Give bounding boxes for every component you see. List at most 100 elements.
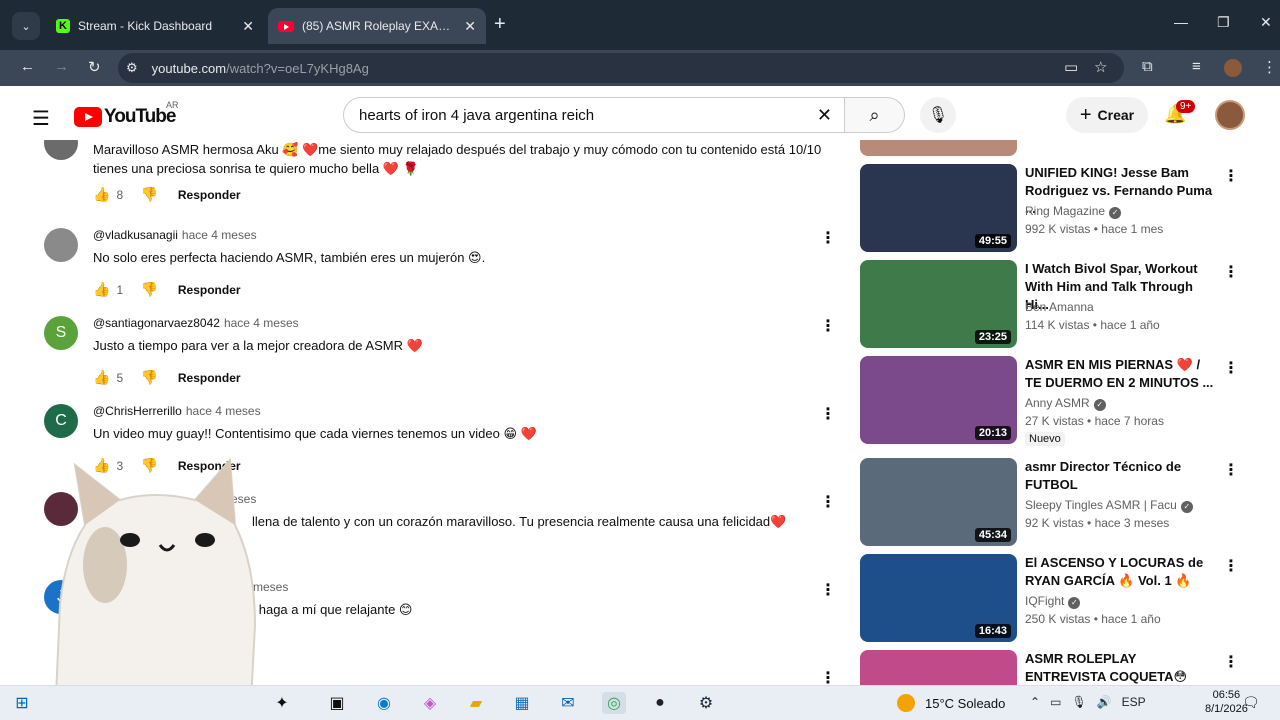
channel-name[interactable]: Ben Amanna <box>1025 300 1094 314</box>
tab-search-button[interactable]: ⌄ <box>12 12 40 40</box>
video-menu-icon[interactable]: ⋮ <box>1223 358 1239 378</box>
tab-kick-dashboard[interactable]: K Stream - Kick Dashboard ✕ <box>46 8 264 44</box>
store-icon[interactable]: ▦ <box>510 692 534 714</box>
recommended-video[interactable]: 20:13 ASMR EN MIS PIERNAS ❤️ / TE DUERMO… <box>860 356 1240 446</box>
video-title[interactable]: ASMR ROLEPLAY ENTREVISTA COQUETA😳 <box>1025 650 1220 685</box>
reply-button[interactable]: Responder <box>178 371 241 385</box>
reload-icon[interactable]: ↻ <box>88 58 101 76</box>
obs-icon[interactable]: ● <box>648 692 672 714</box>
steam-icon[interactable]: ⚙ <box>694 692 718 714</box>
outlook-icon[interactable]: ✉ <box>556 692 580 714</box>
recommended-video[interactable]: ASMR ROLEPLAY ENTREVISTA COQUETA😳 ⋮ <box>860 650 1240 685</box>
commenter-avatar[interactable] <box>44 228 78 262</box>
speaker-icon[interactable]: 🔊 <box>1097 695 1112 709</box>
recommended-video[interactable]: 49:55 UNIFIED KING! Jesse Bam Rodriguez … <box>860 164 1240 254</box>
edge-icon[interactable]: ◉ <box>372 692 396 714</box>
recommended-video[interactable]: 16:43 El ASCENSO Y LOCURAS de RYAN GARCÍ… <box>860 554 1240 644</box>
video-thumbnail[interactable] <box>860 650 1017 685</box>
commenter-avatar[interactable] <box>44 140 78 160</box>
video-thumbnail[interactable]: 49:55 <box>860 164 1017 252</box>
video-thumbnail[interactable]: 20:13 <box>860 356 1017 444</box>
comment-menu-icon[interactable]: ⋮ <box>820 668 836 685</box>
microphone-tray-icon[interactable]: 🎙 <box>1071 695 1086 709</box>
video-menu-icon[interactable]: ⋮ <box>1223 460 1239 480</box>
comment-menu-icon[interactable]: ⋮ <box>820 404 836 424</box>
like-icon[interactable]: 👍 <box>93 186 110 203</box>
user-avatar[interactable] <box>1215 100 1245 130</box>
comment-author[interactable]: @santiagonarvaez8042 hace 4 meses <box>93 316 299 330</box>
close-window-button[interactable]: ✕ <box>1260 14 1272 31</box>
like-icon[interactable]: 👍 <box>93 281 110 298</box>
minimize-button[interactable]: — <box>1174 14 1188 30</box>
bookmark-star-icon[interactable]: ☆ <box>1094 58 1107 76</box>
site-info-icon[interactable]: ⚙ <box>126 60 138 76</box>
youtube-logo[interactable]: YouTube <box>74 106 176 128</box>
video-menu-icon[interactable]: ⋮ <box>1223 262 1239 282</box>
tab-close-icon[interactable]: ✕ <box>464 18 476 35</box>
channel-name[interactable]: Anny ASMR ✓ <box>1025 396 1106 411</box>
dislike-icon[interactable]: 👎 <box>140 281 157 298</box>
office-icon[interactable]: ◈ <box>418 692 442 714</box>
channel-name[interactable]: Ring Magazine ✓ <box>1025 204 1122 219</box>
commenter-avatar[interactable]: C <box>44 404 78 438</box>
verified-icon: ✓ <box>1180 501 1193 513</box>
tab-title: Stream - Kick Dashboard <box>78 19 213 33</box>
comment-menu-icon[interactable]: ⋮ <box>820 580 836 600</box>
search-button[interactable]: ⌕ <box>845 97 905 133</box>
create-button[interactable]: + Crear <box>1066 97 1148 133</box>
clear-search-icon[interactable]: ✕ <box>817 105 832 126</box>
video-menu-icon[interactable]: ⋮ <box>1223 652 1239 672</box>
country-code: AR <box>166 100 179 110</box>
recommended-video[interactable]: 23:25 I Watch Bivol Spar, Workout With H… <box>860 260 1240 350</box>
copilot-icon[interactable]: ✦ <box>270 692 294 714</box>
restore-button[interactable]: ❐ <box>1217 14 1230 31</box>
windows-start-icon[interactable]: ⊞ <box>10 692 34 714</box>
browser-menu-icon[interactable]: ⋮ <box>1262 58 1277 76</box>
comment-menu-icon[interactable]: ⋮ <box>820 492 836 512</box>
task-view-icon[interactable]: ▣ <box>325 692 349 714</box>
tab-youtube-video[interactable]: (85) ASMR Roleplay EXAMEN D ✕ <box>268 8 486 44</box>
video-title[interactable]: asmr Director Técnico de FUTBOL <box>1025 458 1220 494</box>
video-menu-icon[interactable]: ⋮ <box>1223 556 1239 576</box>
commenter-avatar[interactable]: S <box>44 316 78 350</box>
recommended-video[interactable]: 45:34 asmr Director Técnico de FUTBOL Sl… <box>860 458 1240 548</box>
weather-widget[interactable]: 15°C Soleado <box>897 694 1005 712</box>
video-menu-icon[interactable]: ⋮ <box>1223 166 1239 186</box>
tray-chevron-icon[interactable]: ⌃ <box>1030 695 1040 709</box>
profile-avatar-icon[interactable] <box>1224 59 1242 77</box>
channel-name[interactable]: IQFight ✓ <box>1025 594 1081 609</box>
video-title[interactable]: ASMR EN MIS PIERNAS ❤️ / TE DUERMO EN 2 … <box>1025 356 1220 392</box>
video-title[interactable]: El ASCENSO Y LOCURAS de RYAN GARCÍA 🔥 Vo… <box>1025 554 1220 590</box>
comment-menu-icon[interactable]: ⋮ <box>820 228 836 248</box>
chrome-icon[interactable]: ◎ <box>602 692 626 714</box>
comment-menu-icon[interactable]: ⋮ <box>820 316 836 336</box>
video-thumbnail[interactable]: 23:25 <box>860 260 1017 348</box>
dislike-icon[interactable]: 👎 <box>140 369 157 386</box>
notification-center-icon[interactable]: 🗨 <box>1242 694 1260 711</box>
back-arrow-icon[interactable]: ← <box>20 58 35 75</box>
cast-icon[interactable]: ▭ <box>1064 58 1078 76</box>
tab-close-icon[interactable]: ✕ <box>242 18 254 35</box>
address-bar[interactable]: ⚙ youtube.com/watch?v=oeL7yKHg8Ag <box>118 53 1124 83</box>
reply-button[interactable]: Responder <box>178 283 241 297</box>
hamburger-menu-icon[interactable]: ☰ <box>32 106 50 131</box>
meet-icon[interactable]: ▭ <box>1050 695 1061 709</box>
channel-name[interactable]: Sleepy Tingles ASMR | Facu ✓ <box>1025 498 1193 513</box>
video-thumbnail[interactable]: 16:43 <box>860 554 1017 642</box>
like-icon[interactable]: 👍 <box>93 369 110 386</box>
url-text[interactable]: youtube.com/watch?v=oeL7yKHg8Ag <box>152 61 369 76</box>
search-input[interactable] <box>359 106 817 124</box>
forward-arrow-icon[interactable]: → <box>54 58 69 75</box>
new-tab-button[interactable]: + <box>494 14 506 34</box>
video-thumbnail[interactable]: 45:34 <box>860 458 1017 546</box>
comment-author[interactable]: @ChrisHerrerillo hace 4 meses <box>93 404 261 418</box>
comment-author[interactable]: @vladkusanagii hace 4 meses <box>93 228 257 242</box>
language-indicator[interactable]: ESP <box>1122 695 1146 709</box>
dislike-icon[interactable]: 👎 <box>140 186 157 203</box>
extensions-icon[interactable]: ⧉ <box>1142 58 1153 75</box>
video-thumbnail[interactable] <box>860 140 1017 156</box>
voice-search-button[interactable]: 🎙 <box>920 97 956 133</box>
reading-list-icon[interactable]: ≡ <box>1192 58 1201 75</box>
file-explorer-icon[interactable]: ▰ <box>464 692 488 714</box>
reply-button[interactable]: Responder <box>178 188 241 202</box>
